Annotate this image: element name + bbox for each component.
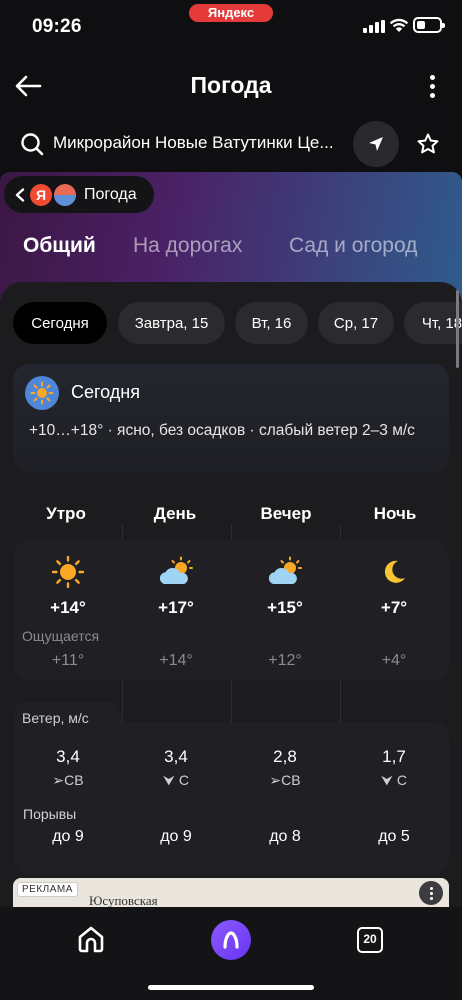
gust-night: до 5: [378, 828, 410, 845]
yandex-badge: Яндекс: [189, 4, 273, 22]
partly-cloudy-icon: [268, 556, 302, 584]
moon-icon: [384, 560, 405, 583]
part-header-day: День: [153, 504, 197, 523]
feels-like-label: Ощущается: [22, 628, 100, 644]
temperature-card: +14° +11° +17° +14° +15° +12° +7° +4°: [13, 540, 449, 680]
wind-speed-morning: 3,4: [56, 747, 80, 766]
temp-evening: +15°: [267, 598, 303, 617]
part-header-evening: Вечер: [260, 504, 312, 523]
wind-speed-night: 1,7: [382, 747, 406, 766]
wind-arrow-n-icon: ⮟: [163, 772, 179, 788]
feels-day: +14°: [159, 652, 193, 669]
ad-banner[interactable]: РЕКЛАМА Юсуповская: [13, 878, 449, 908]
gust-morning: до 9: [52, 828, 84, 845]
wind-arrow-ne-icon: ➢: [269, 772, 282, 788]
location-arrow-icon: [369, 137, 383, 151]
wind-label: Ветер, м/с: [22, 710, 89, 726]
temp-column-morning: +14° +11°: [13, 540, 123, 680]
location-search-input[interactable]: Микрорайон Новые Ватутинки Це...: [53, 133, 345, 153]
wind-card: [13, 722, 449, 874]
temp-column-night: +7° +4°: [339, 540, 449, 680]
day-chip-today[interactable]: Сегодня: [13, 302, 107, 344]
wind-arrow-ne-icon: ➢: [52, 772, 65, 788]
dot-icon: [429, 92, 435, 98]
sun-icon: [25, 376, 59, 410]
temp-column-day: +17° +14°: [121, 540, 231, 680]
wind-direction-evening: ➢СВ: [269, 772, 301, 788]
wind-speed-evening: 2,8: [273, 747, 297, 766]
weather-service-chip[interactable]: Я Погода: [4, 176, 154, 213]
wifi-icon: [389, 18, 409, 32]
yandex-logo-icon: Я: [30, 183, 52, 206]
gust-evening: до 8: [269, 828, 301, 845]
bottom-nav: 20: [0, 907, 462, 1000]
wind-direction-night: ⮟ С: [381, 772, 407, 788]
tabs-counter-button[interactable]: 20: [357, 927, 383, 953]
day-chip-wed[interactable]: Ср, 17: [318, 302, 394, 344]
search-icon: [21, 133, 44, 156]
geolocation-button[interactable]: [353, 121, 399, 167]
feels-evening: +12°: [268, 652, 302, 669]
scrollbar[interactable]: [456, 290, 459, 368]
dot-icon: [429, 74, 435, 80]
temp-night: +7°: [380, 598, 408, 617]
alice-icon: [223, 931, 239, 949]
tab-garden[interactable]: Сад и огород: [289, 234, 417, 258]
partly-cloudy-icon: [159, 556, 193, 584]
alice-assistant-button[interactable]: [211, 920, 251, 960]
wind-direction-morning: ➢СВ: [52, 772, 84, 788]
today-title: Сегодня: [71, 382, 140, 402]
app-header: Погода: [0, 60, 462, 112]
day-selector: Сегодня Завтра, 15 Вт, 16 Ср, 17 Чт, 18: [13, 302, 462, 344]
more-menu-button[interactable]: [420, 68, 444, 104]
page-title: Погода: [190, 72, 272, 98]
chevron-left-icon: [15, 187, 25, 202]
feels-morning: +11°: [51, 652, 85, 669]
today-summary-card[interactable]: Сегодня +10…+18° · ясно, без осадков · с…: [13, 364, 449, 472]
temp-column-evening: +15° +12°: [230, 540, 340, 680]
favorite-button[interactable]: [414, 130, 442, 158]
wind-speed-day: 3,4: [164, 747, 188, 766]
battery-icon: [413, 17, 445, 33]
ad-tag: РЕКЛАМА: [17, 882, 78, 897]
part-header-morning: Утро: [46, 504, 86, 523]
weather-tabs: Общий На дорогах Сад и огород: [0, 234, 462, 270]
star-icon: [417, 133, 439, 154]
day-chip-thu[interactable]: Чт, 18: [404, 302, 462, 344]
gusts-label: Порывы: [23, 806, 77, 822]
status-time: 09:26: [32, 16, 82, 37]
location-search-row: Микрорайон Новые Ватутинки Це...: [0, 118, 462, 170]
ad-more-button[interactable]: [419, 881, 443, 905]
wind-arrow-n-icon: ⮟: [381, 772, 397, 788]
today-description: +10…+18° · ясно, без осадков · слабый ве…: [29, 422, 415, 439]
gust-day: до 9: [160, 828, 192, 845]
home-icon[interactable]: [76, 924, 106, 954]
weather-chip-label: Погода: [84, 185, 137, 203]
forecast-panel: Сегодня Завтра, 15 Вт, 16 Ср, 17 Чт, 18 …: [0, 282, 462, 908]
status-bar: 09:26 Яндекс: [0, 0, 462, 56]
weather-logo-icon: [54, 183, 76, 206]
temp-day: +17°: [158, 598, 194, 617]
temp-morning: +14°: [50, 598, 86, 617]
dot-icon: [429, 83, 435, 89]
tab-general[interactable]: Общий: [23, 234, 96, 258]
sun-icon: [51, 556, 85, 588]
home-indicator: [148, 985, 314, 990]
signal-icon: [363, 20, 385, 33]
ad-title: Юсуповская: [89, 893, 158, 908]
feels-night: +4°: [381, 652, 407, 669]
wind-direction-day: ⮟ С: [163, 772, 189, 788]
day-chip-tue[interactable]: Вт, 16: [235, 302, 308, 344]
part-header-night: Ночь: [373, 504, 417, 523]
tab-roads[interactable]: На дорогах: [133, 234, 242, 258]
day-chip-tomorrow[interactable]: Завтра, 15: [118, 302, 225, 344]
